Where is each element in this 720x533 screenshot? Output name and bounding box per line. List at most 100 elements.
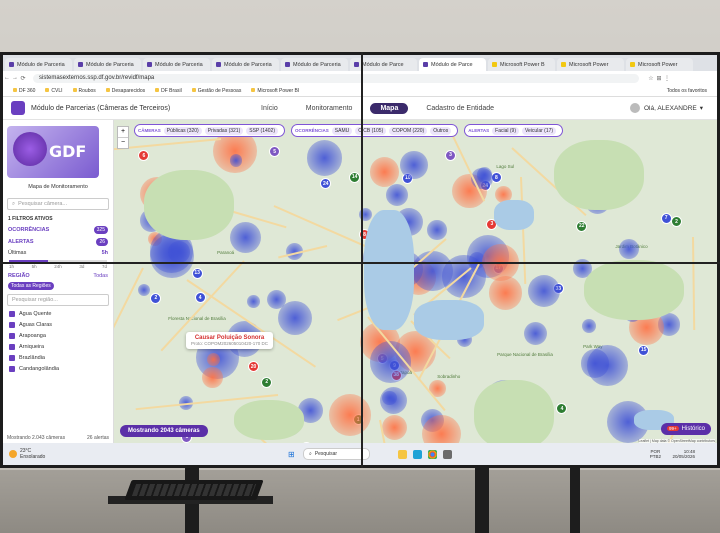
region-checkbox[interactable]: Arapoanga — [3, 333, 113, 339]
back-icon[interactable]: ← — [3, 75, 11, 81]
heat-blob — [523, 321, 548, 346]
windows-start-icon[interactable]: ⊞ — [288, 450, 295, 459]
checkbox-checked-icon — [9, 322, 15, 328]
browser-tab[interactable]: Microsoft Power — [626, 58, 693, 71]
url-input[interactable]: sistemasexternos.ssp.df.gov.br/revidf/ma… — [33, 73, 639, 83]
edge-icon[interactable] — [413, 449, 422, 459]
browser-tab[interactable]: Módulo de Parceria — [74, 58, 141, 71]
occurrence-popup[interactable]: Causar Poluição Sonora Proto: COPOM20260… — [186, 332, 274, 349]
camera-search-placeholder: Pesquisar câmera... — [18, 201, 68, 207]
url-text: sistemasexternos.ssp.df.gov.br/revidf/ma… — [39, 75, 155, 81]
weather-widget[interactable]: 23°C Ensolarado — [9, 448, 45, 460]
region-label: Aguas Claras — [19, 322, 53, 328]
browser-tab-label: Módulo de Parceria — [224, 61, 272, 68]
filter-chip[interactable]: SAMU — [331, 126, 353, 135]
heat-blob — [581, 319, 596, 334]
region-chip[interactable]: Todas as Regiões — [8, 282, 54, 290]
camera-search-input[interactable]: ⌕ Pesquisar câmera... — [7, 198, 109, 210]
map-cluster-marker[interactable]: 15 — [638, 344, 650, 356]
filter-chip[interactable]: SSP (1402) — [246, 126, 279, 135]
filter-chip[interactable]: Públicas (320) — [163, 126, 202, 135]
bookmark-item[interactable]: Roubos — [73, 88, 96, 94]
star-icon[interactable]: ☆ — [647, 75, 655, 82]
region-checkbox[interactable]: Agua Quente — [3, 311, 113, 317]
browser-tab[interactable]: Módulo de Parceria — [5, 58, 72, 71]
filter-chip[interactable]: Privadas (321) — [204, 126, 244, 135]
store-icon[interactable] — [443, 449, 452, 459]
map-cluster-marker[interactable]: 4 — [556, 403, 568, 415]
file-explorer-icon[interactable] — [398, 449, 407, 459]
keyboard[interactable] — [124, 480, 264, 500]
filter-chip[interactable]: CICB (105) — [355, 126, 387, 135]
checkbox-checked-icon — [9, 366, 15, 372]
system-clock[interactable]: 10:48 20/05/2026 — [672, 449, 695, 459]
history-button[interactable]: 99+ Histórico — [661, 423, 711, 435]
bookmark-item[interactable]: CVLI — [45, 88, 62, 94]
map-cluster-marker[interactable]: 14 — [349, 171, 361, 183]
park-area — [144, 170, 234, 240]
heat-blob — [399, 151, 428, 179]
alerts-filter[interactable]: ALERTAS 26 — [3, 238, 113, 246]
bookmark-item[interactable]: DF 360 — [13, 88, 35, 94]
zoom-in-button[interactable]: + — [118, 127, 128, 138]
zoom-out-button[interactable]: − — [118, 138, 128, 148]
map-cluster-marker[interactable]: 5 — [269, 146, 281, 158]
map-cluster-marker[interactable]: 6 — [138, 150, 150, 162]
region-search-placeholder: Pesquisar região... — [12, 297, 58, 303]
language-indicator[interactable]: POR PTB2 — [650, 449, 661, 459]
menu-item[interactable]: Mapa — [370, 102, 409, 114]
map-cluster-marker[interactable]: 7 — [660, 212, 672, 224]
chrome-icon[interactable] — [428, 449, 437, 459]
region-checkbox[interactable]: Aguas Claras — [3, 322, 113, 328]
checkbox-checked-icon — [9, 311, 15, 317]
filter-chip[interactable]: Outros — [430, 126, 452, 135]
menu-item[interactable]: Início — [251, 103, 288, 114]
map-cluster-marker[interactable]: 3 — [445, 149, 456, 161]
map-cluster-marker[interactable]: 24 — [320, 178, 332, 190]
browser-tab[interactable]: Microsoft Power B — [488, 58, 555, 71]
region-all-link[interactable]: Todas — [93, 273, 108, 279]
region-search-input[interactable]: Pesquisar região... — [7, 294, 109, 306]
map-cluster-marker[interactable]: 2 — [670, 216, 682, 228]
bookmark-item[interactable]: Desaparecidos — [106, 88, 145, 94]
filter-chip[interactable]: COPOM (220) — [389, 126, 428, 135]
menu-item[interactable]: Cadastro de Entidade — [416, 103, 504, 114]
map-cluster-marker[interactable]: 20 — [248, 361, 259, 373]
browser-tab[interactable]: Módulo de Parceria — [212, 58, 279, 71]
map-cluster-marker[interactable]: 22 — [576, 220, 588, 232]
menu-item[interactable]: Monitoramento — [296, 103, 363, 114]
bookmark-item[interactable]: Gestão de Pessoas — [192, 88, 242, 94]
bookmark-item[interactable]: DF Brasil — [155, 88, 182, 94]
browser-tab-label: Módulo de Parceria — [293, 61, 341, 68]
region-checkbox[interactable]: Candangolândia — [3, 366, 113, 372]
browser-tab[interactable]: Módulo de Parce — [419, 58, 486, 71]
user-menu[interactable]: Olá, ALEXANDRE ▾ — [629, 103, 703, 113]
gdf-favicon-icon — [9, 62, 14, 67]
browser-tab[interactable]: Microsoft Power — [557, 58, 624, 71]
history-label: Histórico — [681, 426, 705, 432]
region-checkbox[interactable]: Brazlândia — [3, 355, 113, 361]
filter-chip[interactable]: Facial (9) — [492, 126, 519, 135]
all-bookmarks-link[interactable]: Todos os favoritos — [667, 88, 707, 94]
showing-cameras-button[interactable]: Mostrando 2043 câmeras — [120, 425, 208, 437]
heat-blob — [619, 238, 639, 259]
reload-icon[interactable]: ⟳ — [19, 75, 27, 82]
extensions-icon[interactable]: ⊞ — [655, 75, 663, 82]
browser-tab[interactable]: Módulo de Parceria — [143, 58, 210, 71]
map-cluster-marker[interactable]: 2 — [150, 292, 162, 304]
map-cluster-marker[interactable]: 13 — [191, 267, 203, 279]
region-checkbox[interactable]: Arniqueira — [3, 344, 113, 350]
browser-tab-label: Módulo de Parceria — [86, 61, 134, 68]
alerts-count: 26 — [96, 238, 108, 246]
taskbar-search[interactable]: ⌕ Pesquisar — [303, 448, 370, 460]
filter-chip[interactable]: Veicular (17) — [521, 126, 557, 135]
road — [114, 137, 221, 155]
occurrences-filter[interactable]: OCORRÊNCIAS 325 — [3, 226, 113, 234]
menu-icon[interactable]: ⋮ — [663, 75, 671, 82]
forward-icon[interactable]: → — [11, 75, 19, 81]
map-cluster-marker[interactable]: 2 — [261, 376, 273, 388]
bookmark-item[interactable]: Microsoft Power BI — [251, 88, 299, 94]
map-canvas[interactable]: SobradinhoItapoãParanoáLago SulPark WayJ… — [114, 120, 717, 443]
lake-area — [414, 300, 484, 340]
browser-tab[interactable]: Módulo de Parceria — [281, 58, 348, 71]
